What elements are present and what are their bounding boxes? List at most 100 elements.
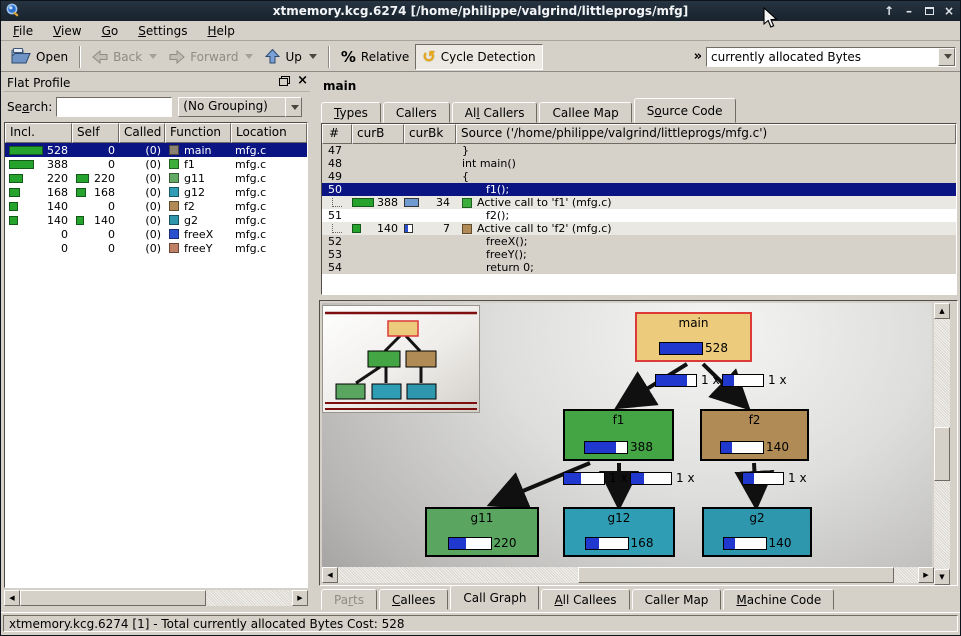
grouping-dropdown[interactable] — [285, 97, 302, 117]
tab-callees[interactable]: Callees — [379, 589, 448, 610]
column-header-function[interactable]: Function — [165, 123, 231, 143]
back-dropdown-icon[interactable] — [149, 54, 157, 59]
source-column-header-3[interactable]: Source ('/home/philippe/valgrind/littlep… — [456, 124, 956, 144]
minimize-button[interactable]: – — [902, 1, 916, 21]
dock-close-icon[interactable]: × — [297, 76, 308, 86]
function-row-g11[interactable]: 220220(0)g11mfg.c — [5, 171, 307, 185]
column-header-called[interactable]: Called — [119, 123, 165, 143]
graph-node-cost: 528 — [705, 341, 728, 355]
scroll-left-icon[interactable]: ◀ — [322, 567, 338, 583]
tab-parts[interactable]: Parts — [321, 589, 377, 610]
flat-profile-hscrollbar[interactable]: ◀ ▶ — [4, 590, 308, 606]
graph-overview-map[interactable] — [322, 305, 480, 413]
dock-header[interactable]: Flat Profile × — [3, 74, 310, 92]
source-column-header-2[interactable]: curBk — [404, 124, 456, 144]
menu-go[interactable]: Go — [92, 22, 129, 40]
source-column-header-0[interactable]: # — [322, 124, 352, 144]
source-line-52[interactable]: 52freeX(); — [322, 235, 956, 248]
graph-hscrollbar[interactable]: ◀ ▶ — [322, 567, 934, 583]
source-line-47[interactable]: 47} — [322, 144, 956, 157]
source-line-51[interactable]: 51f2(); — [322, 209, 956, 222]
source-line-54[interactable]: 54return 0; — [322, 261, 956, 274]
edge-label-f1-g11[interactable]: 1 x — [563, 471, 628, 485]
column-header-location[interactable]: Location — [231, 123, 307, 143]
menu-view[interactable]: View — [43, 22, 91, 40]
toolbar-overflow-icon[interactable]: » — [694, 49, 702, 64]
forward-button[interactable]: Forward — [163, 44, 259, 70]
function-row-main[interactable]: 5280(0)mainmfg.c — [5, 143, 307, 157]
relative-toggle-button[interactable]: % Relative — [335, 44, 415, 70]
tab-all-callees[interactable]: All Callees — [541, 589, 629, 610]
flat-profile-header: Incl.SelfCalledFunctionLocation — [5, 123, 307, 143]
call-curbk-value: 7 — [443, 222, 456, 235]
forward-dropdown-icon[interactable] — [245, 54, 253, 59]
tab-machine-code[interactable]: Machine Code — [723, 589, 834, 610]
source-column-header-1[interactable]: curB — [352, 124, 404, 144]
scroll-right-icon[interactable]: ▶ — [292, 590, 308, 606]
tab-call-graph[interactable]: Call Graph — [450, 585, 539, 610]
metric-combobox-dropdown[interactable] — [938, 48, 955, 66]
scroll-down-icon[interactable]: ▼ — [934, 569, 950, 585]
menu-settings[interactable]: Settings — [128, 22, 197, 40]
search-input[interactable] — [56, 97, 172, 117]
function-color-icon — [462, 198, 472, 208]
tab-callers[interactable]: Callers — [383, 102, 450, 123]
scrollbar-thumb[interactable] — [20, 590, 206, 606]
edge-label-main-f2[interactable]: 1 x — [722, 373, 787, 387]
graph-node-f1[interactable]: f1388 — [563, 409, 674, 461]
column-header-self[interactable]: Self — [72, 123, 119, 143]
metric-combobox[interactable]: currently allocated Bytes — [706, 47, 956, 67]
function-row-f1[interactable]: 3880(0)f1mfg.c — [5, 157, 307, 171]
function-row-g2[interactable]: 140140(0)g2mfg.c — [5, 213, 307, 227]
source-line-48[interactable]: 48int main() — [322, 157, 956, 170]
graph-node-g11[interactable]: g11220 — [425, 507, 539, 557]
inclusive-cost-bar — [9, 146, 43, 155]
scrollbar-thumb[interactable] — [934, 427, 950, 481]
call-graph-canvas[interactable]: main528f1388f2140g11220g12168g21401 x1 x… — [322, 303, 932, 567]
source-line-49[interactable]: 49{ — [322, 170, 956, 183]
edge-label-main-f1[interactable]: 1 x — [655, 373, 720, 387]
tab-types[interactable]: Types — [321, 102, 381, 123]
shade-button[interactable]: ↑ — [882, 1, 896, 21]
scroll-up-icon[interactable]: ▲ — [934, 303, 950, 319]
scroll-left-icon[interactable]: ◀ — [4, 590, 20, 606]
edge-label-f2-g2[interactable]: 1 x — [742, 471, 807, 485]
column-header-incl[interactable]: Incl. — [5, 123, 72, 143]
graph-node-g12[interactable]: g12168 — [563, 507, 675, 557]
scrollbar-thumb[interactable] — [578, 567, 894, 583]
function-row-freeY[interactable]: 00(0)freeYmfg.c — [5, 241, 307, 255]
graph-node-main[interactable]: main528 — [635, 312, 752, 362]
active-call-row[interactable]: 1407Active call to 'f2' (mfg.c) — [322, 222, 956, 235]
call-curb-value: 140 — [377, 222, 404, 235]
graph-node-label: g2 — [749, 511, 764, 525]
tab-source-code[interactable]: Source Code — [634, 98, 736, 123]
graph-node-f2[interactable]: f2140 — [700, 409, 809, 461]
tab-all-callers[interactable]: All Callers — [452, 102, 538, 123]
dock-title: Flat Profile — [3, 76, 70, 90]
function-row-f2[interactable]: 1400(0)f2mfg.c — [5, 199, 307, 213]
open-button[interactable]: Open — [5, 44, 74, 70]
menu-help[interactable]: Help — [197, 22, 244, 40]
source-line-53[interactable]: 53freeY(); — [322, 248, 956, 261]
edge-label-f1-g12[interactable]: 1 x — [630, 471, 695, 485]
tab-callee-map[interactable]: Callee Map — [539, 102, 631, 123]
scroll-right-icon[interactable]: ▶ — [918, 567, 934, 583]
call-curb-value: 388 — [377, 196, 404, 209]
source-line-50[interactable]: 50f1(); — [322, 183, 956, 196]
dock-float-icon[interactable] — [279, 76, 290, 86]
cycle-detection-toggle-button[interactable]: ↺ Cycle Detection — [415, 44, 542, 70]
line-number: 47 — [322, 144, 352, 157]
back-button[interactable]: Back — [86, 44, 163, 70]
tab-caller-map[interactable]: Caller Map — [632, 589, 722, 610]
menu-file[interactable]: File — [3, 22, 43, 40]
maximize-button[interactable] — [922, 1, 936, 21]
close-button[interactable]: × — [942, 1, 956, 21]
function-row-g12[interactable]: 168168(0)g12mfg.c — [5, 185, 307, 199]
graph-node-g2[interactable]: g2140 — [702, 507, 812, 557]
up-button[interactable]: Up — [259, 44, 322, 70]
graph-vscrollbar[interactable]: ▲ ▼ — [934, 303, 950, 585]
function-row-freeX[interactable]: 00(0)freeXmfg.c — [5, 227, 307, 241]
grouping-combobox[interactable]: (No Grouping) — [178, 97, 302, 117]
up-dropdown-icon[interactable] — [309, 54, 317, 59]
active-call-row[interactable]: 38834Active call to 'f1' (mfg.c) — [322, 196, 956, 209]
